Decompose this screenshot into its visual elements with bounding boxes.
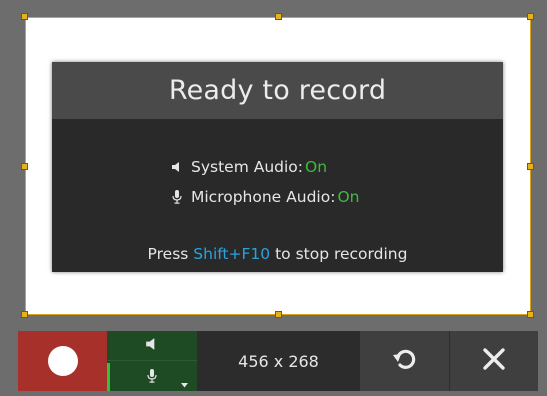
recording-toolbar: 456 x 268 bbox=[18, 331, 538, 391]
speaker-icon bbox=[145, 336, 159, 355]
microphone-icon bbox=[169, 190, 185, 204]
record-circle-icon bbox=[47, 346, 78, 376]
resize-handle-top-left[interactable] bbox=[21, 13, 28, 20]
resize-handle-left[interactable] bbox=[21, 163, 28, 170]
stop-recording-hint: Press Shift+F10 to stop recording bbox=[52, 245, 503, 263]
record-button[interactable] bbox=[18, 331, 107, 391]
stop-hint-suffix: to stop recording bbox=[275, 245, 408, 263]
system-audio-status: On bbox=[305, 158, 328, 176]
resize-handle-right[interactable] bbox=[527, 163, 534, 170]
close-button[interactable] bbox=[449, 331, 538, 391]
close-icon bbox=[481, 346, 507, 376]
system-audio-label: System Audio: bbox=[191, 158, 304, 176]
reset-button[interactable] bbox=[360, 331, 449, 391]
system-audio-row: System Audio: On bbox=[169, 158, 327, 176]
resize-handle-top-right[interactable] bbox=[527, 13, 534, 20]
microphone-audio-row: Microphone Audio: On bbox=[169, 188, 359, 206]
selection-size-text: 456 x 268 bbox=[238, 351, 319, 371]
system-audio-toggle[interactable] bbox=[107, 331, 197, 361]
resize-handle-bottom-right[interactable] bbox=[527, 311, 534, 318]
microphone-audio-label: Microphone Audio: bbox=[191, 188, 336, 206]
resize-handle-bottom-left[interactable] bbox=[21, 311, 28, 318]
audio-controls bbox=[107, 331, 197, 391]
rotate-icon bbox=[390, 344, 420, 378]
dialog-header: Ready to record bbox=[52, 62, 503, 119]
speaker-icon bbox=[169, 161, 185, 173]
resize-handle-top[interactable] bbox=[275, 13, 282, 20]
selection-size-readout[interactable]: 456 x 268 bbox=[197, 331, 360, 391]
microphone-audio-status: On bbox=[337, 188, 360, 206]
microphone-icon bbox=[147, 368, 157, 388]
chevron-down-icon[interactable] bbox=[181, 373, 188, 392]
resize-handle-bottom[interactable] bbox=[275, 311, 282, 318]
ready-to-record-dialog: Ready to record System Audio: On Microph… bbox=[52, 62, 503, 272]
microphone-toggle[interactable] bbox=[107, 361, 197, 391]
stop-hotkey: Shift+F10 bbox=[193, 245, 271, 263]
dialog-title: Ready to record bbox=[168, 75, 387, 106]
stop-hint-prefix: Press bbox=[147, 245, 189, 263]
